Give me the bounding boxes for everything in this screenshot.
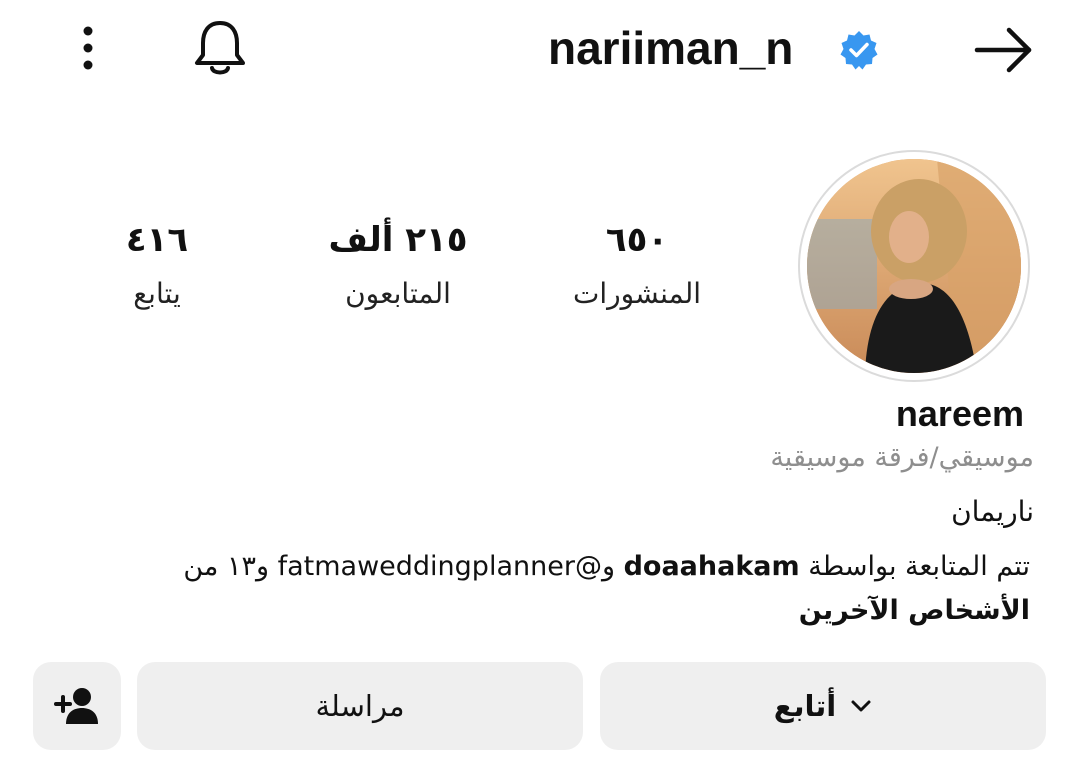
chevron-down-icon (851, 700, 871, 712)
following-count: ٤١٦ (125, 220, 189, 260)
notifications-button[interactable] (188, 14, 252, 82)
followers-stat[interactable]: ٢١٥ ألف المتابعون (288, 218, 508, 314)
followed-by-text[interactable]: تتم المتابعة بواسطة doaahakam و@fatmawed… (130, 545, 1030, 633)
follow-label: أتابع (773, 689, 837, 723)
more-options-button[interactable] (70, 20, 106, 76)
followed-by-joiner: و@fatmaweddingplanner و١٣ من (183, 551, 615, 582)
message-label: مراسلة (315, 689, 405, 723)
following-label: يتابع (133, 277, 181, 310)
bell-icon (195, 21, 245, 75)
display-name: nareem (895, 393, 1024, 434)
profile-username: nariiman_n (548, 22, 794, 74)
posts-stat[interactable]: ٦٥٠ المنشورات (527, 218, 747, 314)
followers-count: ٢١٥ ألف (328, 220, 468, 260)
add-person-icon (54, 688, 98, 724)
arrow-right-icon (974, 27, 1032, 73)
follow-button[interactable]: أتابع (600, 662, 1046, 750)
avatar-image (807, 159, 1021, 373)
message-button[interactable]: مراسلة (137, 662, 583, 750)
followed-by-user[interactable]: doaahakam (624, 551, 800, 582)
posts-label: المنشورات (572, 277, 702, 310)
profile-category: موسيقي/فرقة موسيقية (770, 442, 1034, 473)
following-stat[interactable]: ٤١٦ يتابع (47, 218, 267, 314)
followed-by-prefix: تتم المتابعة بواسطة (808, 551, 1030, 582)
followed-by-suffix: الأشخاص الآخرين (798, 595, 1030, 626)
suggest-people-button[interactable] (33, 662, 121, 750)
followers-label: المتابعون (345, 277, 451, 310)
more-vertical-icon (83, 26, 93, 70)
profile-avatar[interactable] (798, 150, 1030, 382)
posts-count: ٦٥٠ (605, 220, 669, 260)
profile-bio: ناريمان (951, 495, 1034, 528)
verified-badge-icon (838, 29, 880, 71)
back-button[interactable] (965, 20, 1041, 80)
